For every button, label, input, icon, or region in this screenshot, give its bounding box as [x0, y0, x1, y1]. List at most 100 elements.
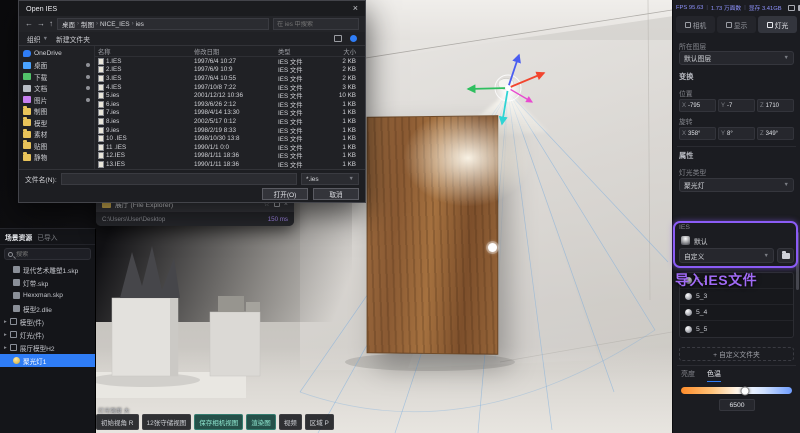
viewport-toolbar-button[interactable]: 区域 P	[305, 414, 334, 430]
rotation-x-field[interactable]: X358°	[679, 127, 716, 140]
scene-item[interactable]: ▸灯光(件)	[0, 328, 95, 341]
file-row[interactable]: 2.IES1997/6/9 10:9IES 文件2 KB	[95, 66, 365, 75]
close-icon[interactable]: ×	[353, 4, 358, 13]
breadcrumb-item[interactable]: 制图	[81, 19, 94, 29]
up-icon[interactable]: ↑	[49, 20, 53, 28]
file-row[interactable]: 9.ies1998/2/19 8:33IES 文件1 KB	[95, 126, 365, 135]
dialog-sidebar-item[interactable]: 贴图	[19, 140, 94, 152]
dialog-sidebar-item[interactable]: 图片	[19, 94, 94, 106]
dialog-search-input[interactable]	[277, 21, 355, 28]
file-row[interactable]: 3.IES1997/6/4 10:55IES 文件2 KB	[95, 74, 365, 83]
column-header[interactable]: 名称	[95, 47, 191, 56]
column-header[interactable]: 大小	[327, 47, 359, 56]
rotation-label: 旋转	[679, 116, 794, 126]
view-mode-icon[interactable]	[334, 35, 342, 42]
file-row[interactable]: 11 .IES1990/1/1 0:0IES 文件1 KB	[95, 143, 365, 152]
filename-input[interactable]	[61, 173, 297, 185]
view-tab-2[interactable]: 灯光	[758, 16, 797, 33]
dialog-sidebar-item[interactable]: OneDrive	[19, 48, 94, 60]
position-x-field[interactable]: X-795	[679, 99, 716, 112]
column-header[interactable]: 修改日期	[191, 47, 275, 56]
scene-item[interactable]: 聚光灯1	[0, 354, 95, 367]
file-filter-select[interactable]: *.ies▼	[301, 173, 359, 185]
position-y-field[interactable]: Y-7	[718, 99, 755, 112]
breadcrumb-item[interactable]: 桌面	[62, 19, 75, 29]
viewport-toolbar-button[interactable]: 初始视角 R	[96, 414, 139, 430]
add-custom-folder-button[interactable]: + 自定义文件夹	[679, 347, 794, 361]
ies-file-item[interactable]: 5_3	[680, 289, 793, 305]
scene-item[interactable]: Hexxman.skp	[0, 289, 95, 302]
file-row[interactable]: 10 .IES1998/10/30 13:8IES 文件1 KB	[95, 134, 365, 143]
scene-item-label: 展厅模型H2	[20, 343, 55, 353]
dialog-sidebar-item[interactable]: 文档	[19, 83, 94, 95]
scene-item[interactable]: ▸展厅模型H2	[0, 341, 95, 354]
dialog-sidebar-item[interactable]: 素材	[19, 129, 94, 141]
scene-item-label: 聚光灯1	[23, 356, 46, 366]
viewport-toolbar-button[interactable]: 视频	[279, 414, 302, 430]
new-folder-button[interactable]: 新建文件夹	[56, 34, 90, 44]
ies-category-select[interactable]: 自定义▼	[679, 248, 774, 263]
open-button[interactable]: 打开(O)	[262, 188, 308, 200]
tab-icon	[685, 22, 691, 28]
organize-menu[interactable]: 组织▼	[27, 34, 48, 44]
file-row[interactable]: 8.ies2002/5/17 0:12IES 文件1 KB	[95, 117, 365, 126]
forward-icon[interactable]: →	[37, 20, 45, 28]
file-row[interactable]: 6.ies1993/6/26 2:12IES 文件1 KB	[95, 100, 365, 109]
file-row[interactable]: 7.ies1998/4/14 13:30IES 文件1 KB	[95, 109, 365, 118]
scene-item[interactable]: 模型2.dlie	[0, 302, 95, 315]
dialog-sidebar-item[interactable]: 模型	[19, 117, 94, 129]
ies-file-item[interactable]: 5_4	[680, 305, 793, 321]
layout-toggle-icon[interactable]	[788, 5, 795, 11]
layer-select[interactable]: 默认图层▼	[679, 51, 794, 65]
tab-imported[interactable]: 已导入	[37, 232, 57, 242]
scene-item[interactable]: 现代艺术雕塑1.skp	[0, 263, 95, 276]
rotation-y-field[interactable]: Y8°	[718, 127, 755, 140]
ies-category-row: 自定义▼	[679, 248, 794, 263]
cancel-button[interactable]: 取消	[313, 188, 359, 200]
tab-scene-resources[interactable]: 场景资源	[5, 232, 32, 242]
file-row[interactable]: 5.ies2001/12/12 10:36IES 文件10 KB	[95, 91, 365, 100]
position-z-field[interactable]: Z1710	[757, 99, 794, 112]
file-column-headers: 名称修改日期类型大小	[95, 46, 365, 57]
file-row[interactable]: 1.IES1997/6/4 10:27IES 文件2 KB	[95, 57, 365, 66]
viewport-toolbar-button[interactable]: 渲染图	[246, 414, 276, 430]
viewport-toolbar-button[interactable]: 保存相机视图	[194, 414, 243, 430]
dialog-sidebar-item[interactable]: 制图	[19, 106, 94, 118]
scene-item[interactable]: 灯带.skp	[0, 276, 95, 289]
ies-file-item[interactable]: 5_5	[680, 321, 793, 337]
scene-search-input[interactable]	[16, 251, 87, 258]
color-temperature-slider[interactable]	[681, 387, 792, 394]
dialog-sidebar-item[interactable]: 静物	[19, 152, 94, 164]
ies-file-icon	[98, 84, 104, 91]
light-type-select[interactable]: 聚光灯▼	[679, 178, 794, 192]
file-row[interactable]: 13.IES1990/1/11 18:36IES 文件1 KB	[95, 160, 365, 169]
file-row[interactable]: 12.IES1998/1/11 18:36IES 文件1 KB	[95, 152, 365, 161]
file-name-cell: 2.IES	[95, 66, 191, 73]
dialog-toolbar: 组织▼ 新建文件夹	[19, 32, 365, 46]
panel-scrollbar[interactable]	[796, 232, 799, 290]
viewport-toolbar-button[interactable]: 12张守储视图	[142, 414, 192, 430]
import-ies-folder-button[interactable]	[777, 248, 794, 263]
scene-item[interactable]: ▸模型(件)	[0, 315, 95, 328]
ies-file-item[interactable]: 5_2	[680, 273, 793, 289]
view-tab-0[interactable]: 相机	[676, 16, 715, 33]
info-icon[interactable]	[350, 35, 357, 42]
slider-handle[interactable]	[741, 386, 750, 395]
rotation-z-field[interactable]: Z349°	[757, 127, 794, 140]
adjust-tab-1[interactable]: 色温	[707, 369, 721, 382]
selection-handle[interactable]	[488, 243, 497, 252]
back-icon[interactable]: ←	[25, 20, 33, 28]
color-temperature-value[interactable]: 6500	[719, 399, 755, 411]
adjust-tab-0[interactable]: 亮度	[681, 369, 695, 382]
file-list: 1.IES1997/6/4 10:27IES 文件2 KB2.IES1997/6…	[95, 57, 365, 169]
view-tab-1[interactable]: 显示	[717, 16, 756, 33]
ies-file-icon	[98, 144, 104, 151]
dialog-sidebar-item[interactable]: 下载	[19, 71, 94, 83]
dialog-sidebar-item[interactable]: 桌面	[19, 60, 94, 72]
breadcrumb-item[interactable]: NICE_IES	[100, 21, 130, 28]
folder-icon	[23, 142, 31, 149]
column-header[interactable]: 类型	[275, 47, 327, 56]
breadcrumb[interactable]: 桌面›制图›NICE_IES›ies	[57, 18, 269, 30]
file-row[interactable]: 4.IES1997/10/8 7:22IES 文件3 KB	[95, 83, 365, 92]
breadcrumb-item[interactable]: ies	[136, 21, 144, 28]
